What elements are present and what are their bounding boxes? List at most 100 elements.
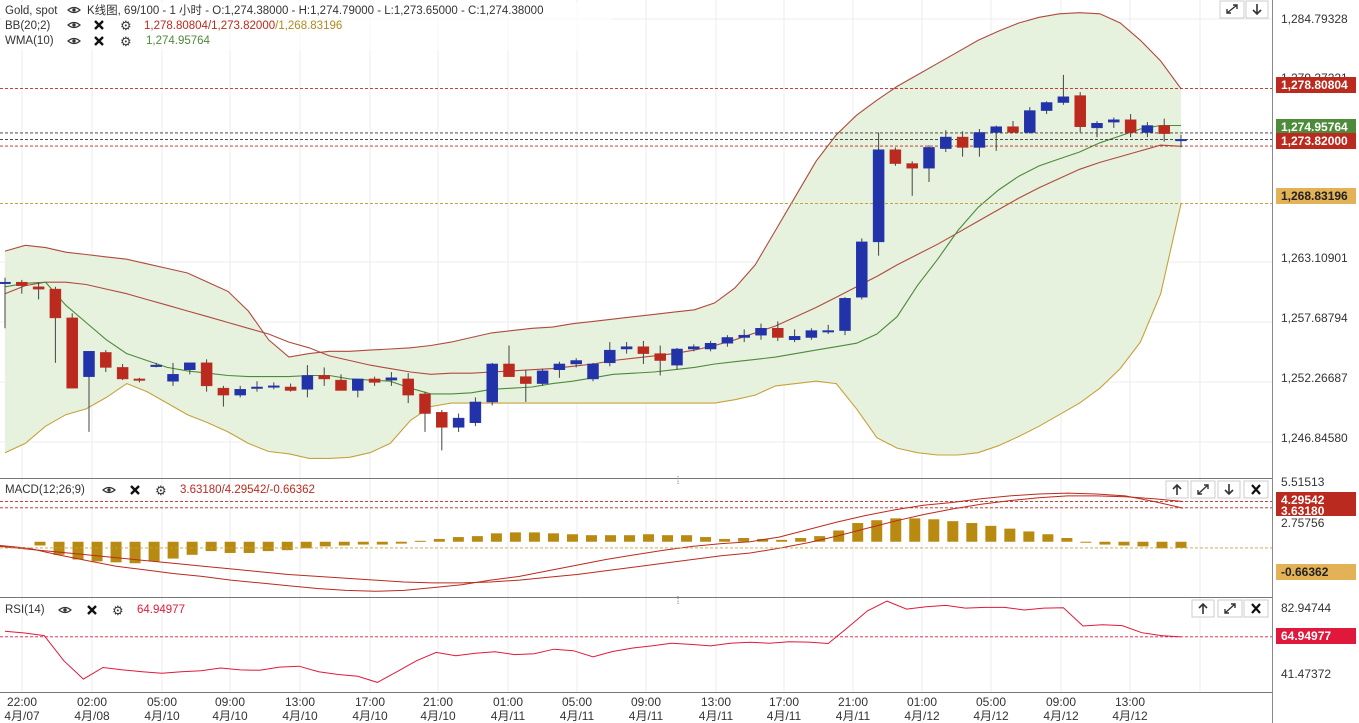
macd-histogram-bar — [566, 534, 578, 542]
candle[interactable] — [1024, 107, 1036, 134]
x-tick-time: 17:00 — [769, 695, 799, 709]
macd-histogram-bar — [662, 535, 674, 542]
rsi-y-tick: 82.94744 — [1281, 601, 1331, 615]
macd-histogram-bar — [414, 540, 426, 542]
macd-histogram-bar — [700, 537, 712, 542]
macd-histogram-bar — [966, 523, 978, 542]
macd-legend-label: MACD(12;26;9) — [5, 484, 85, 496]
macd-histogram-bar — [547, 533, 559, 542]
macd-y-tick: 5.51513 — [1281, 475, 1325, 489]
y-tick-label: 1,257.68794 — [1281, 311, 1348, 325]
macd-histogram-bar — [452, 537, 464, 542]
x-tick-time: 09:00 — [215, 695, 245, 709]
x-tick-date: 4月/12 — [904, 709, 940, 723]
rsi-panel-controls — [1191, 599, 1269, 618]
candle[interactable] — [889, 147, 902, 166]
x-tick-date: 4月/11 — [629, 709, 664, 723]
bb-lower-value: 1,268.83196 — [278, 20, 342, 32]
y-tick-label: 1,246.84580 — [1281, 431, 1348, 445]
x-tick-time: 01:00 — [493, 695, 523, 709]
macd-histogram-bar — [490, 533, 502, 542]
candle[interactable] — [872, 132, 885, 256]
macd-histogram-bar — [1042, 534, 1054, 542]
x-tick-time: 13:00 — [1115, 695, 1145, 709]
symbol-label: Gold, spot — [5, 5, 58, 17]
gear-icon[interactable]: ⚙ — [120, 34, 132, 49]
x-tick-date: 4月/12 — [1112, 709, 1148, 723]
macd-histogram-bar — [300, 541, 312, 549]
x-tick-date: 4月/10 — [144, 709, 180, 723]
rsi-tag-text: 64.94977 — [1281, 629, 1331, 643]
macd-panel[interactable] — [0, 479, 1272, 597]
macd-histogram-bar — [909, 518, 921, 542]
x-tick-time: 17:00 — [355, 695, 385, 709]
macd-line-tag-text: 3.63180 — [1281, 504, 1325, 518]
x-tick-time: 21:00 — [423, 695, 453, 709]
x-tick-date: 4月/07 — [4, 709, 40, 723]
macd-histogram-bar — [776, 539, 788, 542]
x-tick-time: 13:00 — [701, 695, 731, 709]
bb-legend-values: 1,278.80804/1,273.82000/1,268.83196 — [144, 20, 342, 32]
candle[interactable] — [536, 368, 549, 386]
macd-histogram-bar — [738, 538, 750, 542]
candle[interactable] — [486, 362, 498, 406]
y-tick-label: 1,284.79328 — [1281, 12, 1348, 26]
macd-histogram-bar — [338, 541, 350, 546]
macd-histogram-bar — [1099, 541, 1111, 545]
candle[interactable] — [587, 362, 599, 382]
wma-legend-label: WMA(10) — [5, 35, 54, 47]
macd-histogram-bar — [205, 541, 217, 552]
macd-y-tick: 2.75756 — [1281, 516, 1325, 530]
x-tick-date: 4月/12 — [973, 709, 1009, 723]
macd-histogram-bar — [224, 541, 236, 553]
x-tick-time: 09:00 — [631, 695, 661, 709]
macd-legend: MACD(12;26;9) ⚙ 3.63180/4.29542/-0.66362 — [5, 483, 315, 498]
macd-histogram-bar — [395, 541, 407, 544]
splitter-handle-icon[interactable]: ⁞ — [676, 595, 679, 607]
macd-hist-tag-text: -0.66362 — [1281, 565, 1329, 579]
price-y-axis: 1,284.79328 1,279.37221 1,263.10901 1,25… — [1281, 12, 1348, 445]
bb-upper-value: 1,278.80804 — [144, 20, 209, 32]
macd-histogram-bar — [433, 538, 445, 542]
x-tick-date: 4月/10 — [352, 709, 388, 723]
wma-tag-text: 1,274.95764 — [1281, 120, 1348, 134]
x-tick-time: 05:00 — [562, 695, 592, 709]
gear-icon[interactable]: ⚙ — [112, 603, 124, 618]
gear-icon[interactable]: ⚙ — [120, 18, 132, 33]
macd-histogram-bar — [528, 532, 540, 542]
chart-canvas: ⁞ ⁞ 1,284.79328 1,279.37221 1,263.10901 … — [0, 0, 1356, 723]
macd-histogram-bar — [319, 541, 331, 547]
rsi-panel[interactable] — [0, 598, 1272, 692]
gear-icon[interactable]: ⚙ — [155, 483, 167, 498]
macd-histogram-bar — [471, 536, 483, 542]
x-tick-date: 4月/11 — [767, 709, 802, 723]
splitter-handle-icon[interactable]: ⁞ — [676, 475, 679, 487]
value-tags: 1,278.80804 1,274.95764 1,273.82000 1,26… — [1276, 77, 1356, 644]
main-legend: Gold, spot K线图, 69/100 - 1 小时 - O:1,274.… — [2, 2, 612, 50]
x-tick-time: 13:00 — [285, 695, 315, 709]
rsi-y-tick: 41.47372 — [1281, 667, 1331, 681]
macd-histogram-bar — [243, 541, 255, 553]
macd-histogram-bar — [605, 535, 616, 542]
x-tick-time: 05:00 — [976, 695, 1006, 709]
bb-mid-tag-text: 1,273.82000 — [1281, 134, 1348, 148]
macd-histogram-bar — [509, 532, 521, 542]
candle[interactable] — [66, 313, 78, 389]
candle[interactable] — [856, 238, 868, 300]
x-tick-time: 05:00 — [147, 695, 177, 709]
rsi-legend-label: RSI(14) — [5, 604, 45, 616]
x-tick-date: 4月/11 — [699, 709, 734, 723]
x-tick-date: 4月/10 — [420, 709, 456, 723]
x-tick-date: 4月/11 — [560, 709, 595, 723]
candle[interactable] — [1074, 92, 1086, 133]
macd-histogram-bar — [871, 520, 883, 542]
macd-legend-values: 3.63180/4.29542/-0.66362 — [180, 484, 315, 496]
candle[interactable] — [839, 297, 851, 336]
macd-histogram-bar — [624, 535, 636, 542]
x-tick-date: 4月/10 — [282, 709, 318, 723]
macd-histogram-bar — [167, 541, 179, 559]
y-tick-label: 1,263.10901 — [1281, 251, 1348, 265]
macd-histogram-bar — [852, 523, 864, 542]
macd-histogram-bar — [719, 538, 731, 542]
main-panel-controls — [1219, 0, 1269, 19]
